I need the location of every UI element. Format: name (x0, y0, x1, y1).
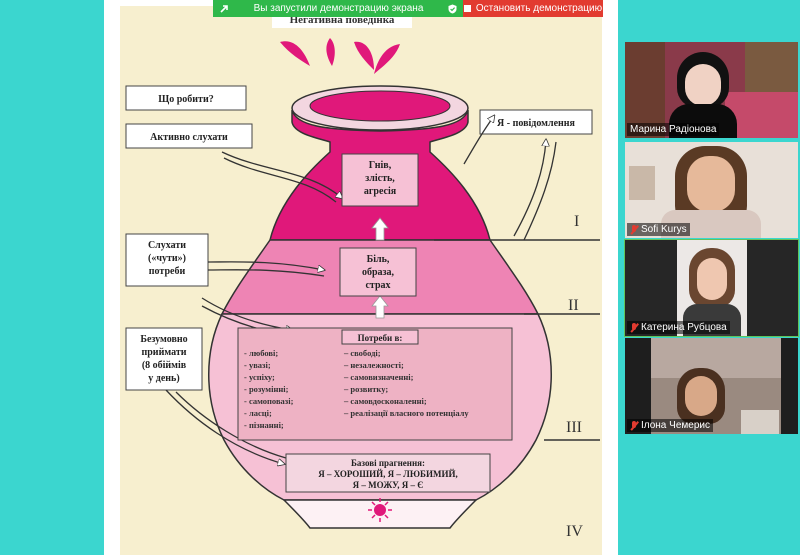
svg-text:Я - повідомлення: Я - повідомлення (497, 118, 575, 129)
svg-text:(8 обіймів: (8 обіймів (142, 360, 187, 371)
participant-tile-active[interactable]: Катерина Рубцова (624, 239, 799, 337)
jug-diagram: Негативна поведінка I II III IV Що робит… (125, 11, 600, 540)
svg-text:- самоповазі;: - самоповазі; (244, 396, 294, 406)
svg-text:- розумінні;: - розумінні; (244, 384, 289, 394)
shared-slide: Негативна поведінка I II III IV Що робит… (104, 0, 618, 555)
stop-share-button[interactable]: Остановить демонстрацию (463, 0, 603, 17)
mic-muted-icon (630, 322, 638, 333)
shield-icon (448, 4, 457, 14)
svg-text:у день): у день) (148, 373, 179, 384)
participant-tile[interactable]: Марина Радіонова (625, 42, 798, 138)
svg-text:- пізнанні;: - пізнанні; (244, 420, 284, 430)
share-status-text: Вы запустили демонстрацию экрана (253, 3, 424, 14)
svg-text:- любові;: - любові; (244, 348, 278, 358)
svg-text:Гнів,: Гнів, (369, 160, 392, 171)
svg-text:– самовдосконаленні;: – самовдосконаленні; (343, 396, 427, 406)
mic-muted-icon (630, 224, 638, 235)
svg-text:- увазі;: - увазі; (244, 360, 271, 370)
svg-text:Активно слухати: Активно слухати (150, 132, 228, 143)
participant-name-tag: Катерина Рубцова (627, 321, 730, 334)
svg-text:– самовизначенні;: – самовизначенні; (343, 372, 414, 382)
participant-name-tag: Марина Радіонова (627, 123, 720, 136)
participant-tile[interactable]: Ілона Чемерис (625, 338, 798, 434)
svg-text:образа,: образа, (362, 267, 395, 278)
svg-text:Я – МОЖУ, Я – Є: Я – МОЖУ, Я – Є (353, 480, 424, 490)
level-1-label: I (574, 213, 579, 230)
svg-text:Я – ХОРОШИЙ, Я – ЛЮБИМИЙ,: Я – ХОРОШИЙ, Я – ЛЮБИМИЙ, (318, 469, 457, 479)
participant-name-tag: Ілона Чемерис (627, 419, 713, 432)
svg-text:Слухати: Слухати (148, 240, 186, 251)
svg-text:- успіху;: - успіху; (244, 372, 275, 382)
mic-muted-icon (630, 420, 638, 431)
needs-title: Потреби в: (358, 333, 403, 343)
svg-text:– свободі;: – свободі; (343, 348, 381, 358)
level-4-label: IV (566, 523, 583, 540)
svg-text:злість,: злість, (365, 173, 395, 184)
svg-text:агресія: агресія (364, 186, 397, 197)
svg-text:потреби: потреби (149, 266, 186, 277)
stop-share-label: Остановить демонстрацию (475, 3, 603, 14)
svg-text:- ласці;: - ласці; (244, 408, 272, 418)
share-screen-icon (219, 4, 229, 14)
participant-tile[interactable]: Sofi Kurys (625, 142, 798, 238)
svg-text:Біль,: Біль, (367, 254, 390, 265)
svg-text:– незалежності;: – незалежності; (343, 360, 404, 370)
svg-text:(«чути»): («чути») (148, 253, 186, 264)
screen-share-banner: Вы запустили демонстрацию экрана Останов… (213, 0, 603, 17)
svg-text:– розвитку;: – розвитку; (343, 384, 388, 394)
share-status: Вы запустили демонстрацию экрана (213, 0, 463, 17)
svg-text:Що робити?: Що робити? (158, 94, 213, 105)
svg-text:– реалізації власного потенціа: – реалізації власного потенціалу (343, 408, 469, 418)
level-2-label: II (568, 297, 579, 314)
svg-text:Безумовно: Безумовно (140, 334, 187, 345)
splash-drops (280, 38, 400, 74)
svg-text:страх: страх (365, 280, 390, 291)
level-3-label: III (566, 419, 582, 436)
participant-name-tag: Sofi Kurys (627, 223, 690, 236)
svg-text:Базові прагнення:: Базові прагнення: (351, 458, 425, 468)
svg-text:приймати: приймати (141, 347, 186, 358)
stop-icon (463, 5, 471, 12)
